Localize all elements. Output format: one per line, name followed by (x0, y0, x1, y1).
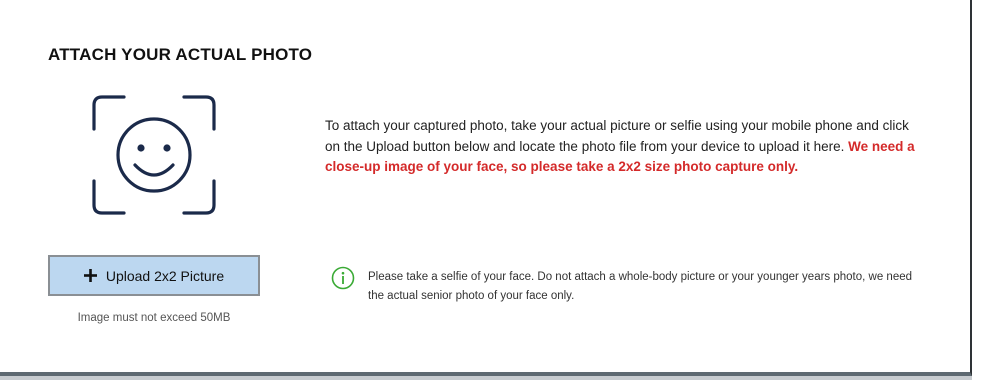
upload-picture-button[interactable]: Upload 2x2 Picture (48, 255, 260, 296)
plus-icon (83, 269, 97, 282)
section-title: ATTACH YOUR ACTUAL PHOTO (48, 45, 313, 64)
page-margin (972, 0, 984, 380)
attach-photo-panel: ATTACH YOUR ACTUAL PHOTO To attach your … (0, 0, 972, 376)
selfie-notice: Please take a selfie of your face. Do no… (368, 271, 913, 302)
info-icon (331, 266, 355, 290)
upload-instructions: To attach your captured photo, take your… (325, 116, 925, 178)
upload-button-label: Upload 2x2 Picture (105, 267, 225, 284)
instructions-body: To attach your captured photo, take your… (325, 118, 909, 154)
face-scan-icon (92, 95, 216, 215)
file-size-note: Image must not exceed 50MB (77, 312, 231, 324)
